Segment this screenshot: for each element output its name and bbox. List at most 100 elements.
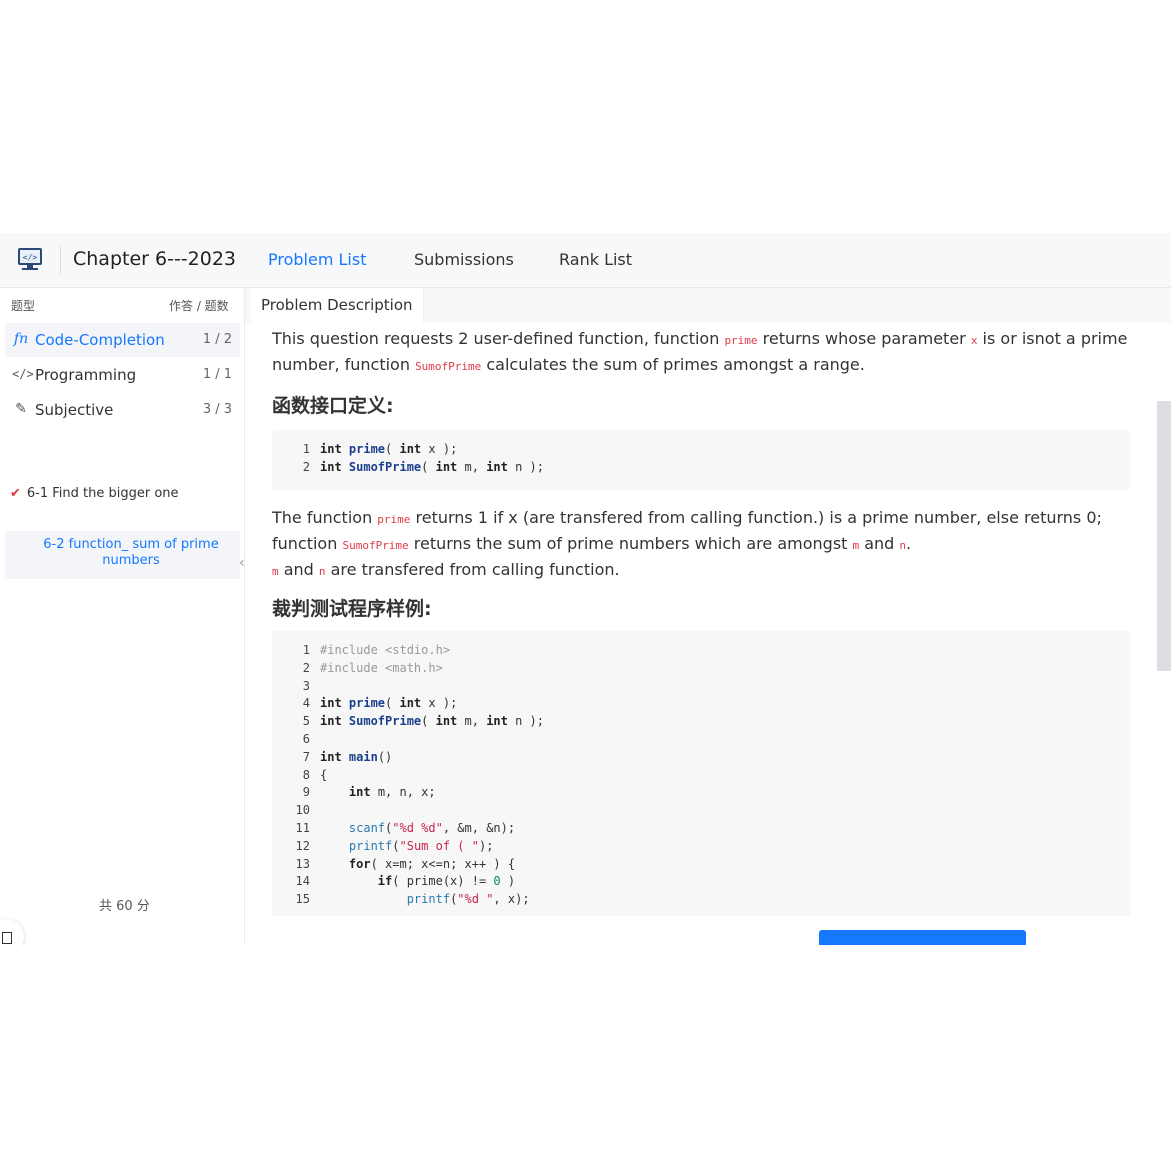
column-header-type: 题型 — [11, 299, 36, 313]
code-token: ( prime(x) != — [392, 874, 494, 889]
code-token: #include <stdio.h> — [320, 643, 451, 657]
code-line: 2 int SumofPrime( int m, int n ); — [272, 460, 544, 478]
code-line: 14 if( prime(x) != 0 ) — [272, 874, 516, 892]
code-line: 9 int m, n, x; — [272, 785, 436, 803]
submit-button[interactable] — [819, 930, 1026, 945]
code-token: m, — [464, 714, 487, 729]
code-line: 4 int prime( int x ); — [272, 696, 458, 714]
inline-code: n — [318, 565, 326, 578]
code-token: m, n, x; — [377, 785, 436, 800]
line-number: 13 — [295, 856, 310, 871]
code-line: 8{ — [272, 768, 327, 786]
text: calculates the sum of primes amongst a r… — [481, 355, 865, 374]
heading-sample-program: 裁判测试程序样例: — [272, 598, 432, 620]
category-subjective[interactable]: ✎ Subjective 3 / 3 — [5, 393, 240, 427]
code-block-sample: 1 #include <stdio.h> 2 #include <math.h> 3 4 i… — [272, 631, 1130, 916]
check-icon: ✔ — [10, 486, 21, 501]
line-number: 2 — [302, 459, 310, 474]
code-line: 6 — [272, 732, 320, 750]
code-line: 3 — [272, 679, 320, 697]
text: . — [906, 534, 912, 553]
code-token: main — [348, 749, 378, 764]
category-label: Programming — [35, 366, 137, 384]
code-token: for — [348, 856, 371, 871]
line-number: 3 — [302, 678, 310, 693]
code-token: int — [435, 459, 465, 474]
code-token: int — [486, 714, 516, 729]
code-token: ) — [500, 874, 516, 889]
content-scrollbar[interactable] — [1157, 401, 1171, 671]
code-token: int — [320, 714, 349, 729]
main-panel: Problem Description This question reques… — [245, 288, 1171, 945]
header-divider — [60, 245, 61, 275]
code-line: 2 #include <math.h> — [272, 661, 443, 679]
nav-problem-list[interactable]: Problem List — [268, 250, 366, 269]
text: are transfered from calling function. — [325, 560, 620, 579]
code-token: , x); — [493, 892, 530, 907]
code-token: if — [377, 874, 393, 889]
code-token: int — [320, 459, 349, 474]
collapse-sidebar-icon[interactable]: ‹ — [239, 555, 245, 571]
code-token: ( — [385, 442, 400, 456]
svg-text:</>: </> — [23, 253, 38, 262]
line-number: 1 — [302, 442, 310, 456]
category-programming[interactable]: </> Programming 1 / 1 — [5, 358, 240, 392]
code-icon: </> — [12, 367, 34, 381]
code-token: () — [377, 749, 393, 764]
text: and — [278, 560, 319, 579]
code-token: int — [320, 696, 349, 711]
code-token: x ); — [428, 696, 458, 711]
code-token: n ); — [515, 459, 545, 474]
inline-code: prime — [377, 513, 411, 526]
nav-submissions[interactable]: Submissions — [414, 250, 514, 269]
code-token: int — [486, 459, 516, 474]
code-line: 13 for( x=m; x<=n; x++ ) { — [272, 856, 516, 875]
code-token: int — [435, 714, 465, 729]
problem-label: 6-1 Find the bigger one — [26, 486, 179, 501]
pencil-icon: ✎ — [15, 401, 27, 417]
code-token: "%d " — [457, 892, 494, 907]
code-token: ); — [478, 838, 494, 853]
line-number: 1 — [302, 643, 310, 657]
code-screen-logo-icon: </> — [18, 248, 42, 270]
line-number: 9 — [302, 785, 310, 800]
code-token: int — [399, 696, 429, 711]
category-code-completion[interactable]: fn Code-Completion 1 / 2 — [5, 323, 240, 357]
code-token: ( x=m; x<=n; x++ ) { — [370, 856, 516, 871]
problem-item-6-2[interactable]: 6-2 function_ sum of prime numbers — [5, 531, 240, 579]
code-token: 0 — [493, 874, 501, 889]
problem-item-6-1[interactable]: ✔ 6-1 Find the bigger one — [10, 486, 179, 501]
category-label: Subjective — [35, 401, 114, 419]
text: This question requests 2 user-defined fu… — [272, 329, 725, 348]
app-window: </> Chapter 6---2023 Problem List Submis… — [0, 233, 1171, 945]
code-line: 7 int main() — [272, 749, 393, 768]
category-count: 3 / 3 — [202, 402, 232, 417]
line-number: 8 — [302, 767, 310, 782]
code-token: int — [320, 442, 349, 456]
category-count: 1 / 1 — [202, 367, 232, 382]
text: and — [859, 534, 900, 553]
code-token: x ); — [428, 442, 458, 456]
code-token: { — [320, 767, 328, 782]
problem-sidebar: 题型 作答 / 题数 fn Code-Completion 1 / 2 </> … — [0, 288, 245, 945]
code-token: int — [348, 785, 378, 800]
code-token: , &m, &n); — [442, 821, 516, 835]
panel-icon — [2, 932, 12, 944]
nav-rank-list[interactable]: Rank List — [559, 250, 632, 269]
code-token: ( — [385, 696, 400, 711]
tab-problem-description[interactable]: Problem Description — [251, 288, 424, 322]
line-number: 15 — [295, 892, 310, 907]
inline-code: SumofPrime — [415, 360, 482, 373]
text: returns the sum of prime numbers which a… — [408, 534, 853, 553]
code-token: n ); — [515, 714, 545, 729]
category-label: Code-Completion — [35, 331, 165, 349]
code-token: scanf — [348, 821, 386, 835]
side-toggle-button[interactable] — [0, 919, 24, 945]
code-line: 11 scanf("%d %d", &m, &n); — [272, 821, 516, 839]
line-number: 12 — [295, 838, 310, 853]
total-score: 共 60 分 — [99, 899, 150, 914]
line-number: 5 — [302, 714, 310, 729]
